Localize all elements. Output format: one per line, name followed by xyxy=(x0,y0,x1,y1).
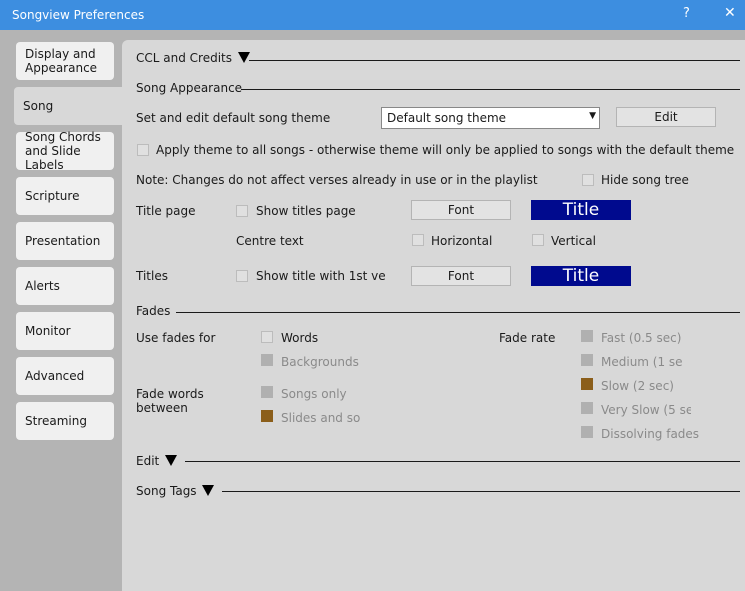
section-divider xyxy=(222,491,740,492)
title-page-font-button[interactable]: Font xyxy=(411,200,511,220)
sidebar-item-presentation[interactable]: Presentation xyxy=(16,222,114,260)
sidebar-item-monitor[interactable]: Monitor xyxy=(16,312,114,350)
sidebar-item-label: Song xyxy=(23,99,54,113)
fast-label: Fast (0.5 sec) xyxy=(601,331,682,345)
sidebar-item-alerts[interactable]: Alerts xyxy=(16,267,114,305)
sidebar-item-label: Scripture xyxy=(25,189,80,203)
sidebar: Display and Appearance Song Song Chords … xyxy=(0,30,122,591)
very-slow-radio[interactable] xyxy=(581,402,593,414)
dissolving-fades-label: Dissolving fades xyxy=(601,427,700,441)
section-divider xyxy=(241,89,740,90)
expand-triangle-icon xyxy=(202,485,215,496)
vertical-label: Vertical xyxy=(551,234,596,248)
show-titles-page-label: Show titles page xyxy=(256,204,356,218)
edit-heading: Edit xyxy=(136,454,160,468)
slides-and-songs-label: Slides and songs xyxy=(281,411,361,425)
backgrounds-label: Backgrounds xyxy=(281,355,359,369)
dropdown-arrow-icon: ▼ xyxy=(589,111,596,121)
ccl-credits-toggle[interactable]: CCL and Credits xyxy=(136,51,250,65)
sidebar-item-label: Advanced xyxy=(25,369,85,383)
content-panel: CCL and Credits Song Appearance Set and … xyxy=(122,40,745,591)
expand-triangle-icon xyxy=(237,52,250,63)
use-fades-for-label: Use fades for xyxy=(136,331,216,345)
window-title: Songview Preferences xyxy=(12,8,145,22)
song-tags-heading: Song Tags xyxy=(136,484,197,498)
backgrounds-checkbox[interactable] xyxy=(261,354,273,366)
help-button[interactable]: ? xyxy=(683,6,690,21)
words-checkbox[interactable] xyxy=(261,331,273,343)
sidebar-item-display-appearance[interactable]: Display and Appearance xyxy=(16,42,114,80)
very-slow-label: Very Slow (5 sec) xyxy=(601,403,691,417)
sidebar-item-label: Alerts xyxy=(25,279,60,293)
sidebar-item-label: Monitor xyxy=(25,324,71,338)
fades-heading: Fades xyxy=(136,304,171,318)
vertical-checkbox[interactable] xyxy=(532,234,544,246)
fast-radio[interactable] xyxy=(581,330,593,342)
note-text: Note: Changes do not affect verses alrea… xyxy=(136,173,538,187)
sidebar-item-streaming[interactable]: Streaming xyxy=(16,402,114,440)
titles-preview[interactable]: Title xyxy=(531,266,631,286)
slow-radio[interactable] xyxy=(581,378,593,390)
section-divider xyxy=(185,461,740,462)
horizontal-checkbox[interactable] xyxy=(412,234,424,246)
ccl-credits-heading: CCL and Credits xyxy=(136,51,232,65)
sidebar-item-advanced[interactable]: Advanced xyxy=(16,357,114,395)
song-tags-toggle[interactable]: Song Tags xyxy=(136,484,215,498)
hide-song-tree-label: Hide song tree xyxy=(601,173,689,187)
song-appearance-heading: Song Appearance xyxy=(136,81,243,95)
apply-all-label: Apply theme to all songs - otherwise the… xyxy=(156,143,735,157)
medium-radio[interactable] xyxy=(581,354,593,366)
expand-triangle-icon xyxy=(165,455,178,466)
section-divider xyxy=(176,312,740,313)
sidebar-item-scripture[interactable]: Scripture xyxy=(16,177,114,215)
sidebar-item-song[interactable]: Song xyxy=(14,87,122,125)
apply-all-checkbox[interactable] xyxy=(137,144,149,156)
dissolving-fades-checkbox[interactable] xyxy=(581,426,593,438)
show-title-first-verse-checkbox[interactable] xyxy=(236,270,248,282)
title-bar: Songview Preferences ? ✕ xyxy=(0,0,745,30)
title-page-label: Title page xyxy=(136,204,196,218)
fade-rate-label: Fade rate xyxy=(499,331,556,345)
titles-font-button[interactable]: Font xyxy=(411,266,511,286)
titles-label: Titles xyxy=(136,269,168,283)
edit-section-toggle[interactable]: Edit xyxy=(136,454,178,468)
edit-theme-button[interactable]: Edit xyxy=(616,107,716,127)
sidebar-item-label: Display and Appearance xyxy=(25,47,98,75)
title-page-preview[interactable]: Title xyxy=(531,200,631,220)
show-title-first-verse-label: Show title with 1st verse xyxy=(256,269,386,283)
fade-words-between-label: Fade words between xyxy=(136,387,204,415)
theme-dropdown[interactable]: Default song theme ▼ xyxy=(381,107,600,129)
songs-only-radio[interactable] xyxy=(261,386,273,398)
words-label: Words xyxy=(281,331,319,345)
sidebar-item-label: Streaming xyxy=(25,414,87,428)
horizontal-label: Horizontal xyxy=(431,234,493,248)
theme-dropdown-value: Default song theme xyxy=(387,111,507,125)
slow-label: Slow (2 sec) xyxy=(601,379,674,393)
sidebar-item-song-chords[interactable]: Song Chords and Slide Labels xyxy=(16,130,114,172)
centre-text-label: Centre text xyxy=(236,234,304,248)
close-icon[interactable]: ✕ xyxy=(724,5,736,21)
sidebar-item-label: Song Chords and Slide Labels xyxy=(25,130,101,172)
section-divider xyxy=(249,60,740,61)
songs-only-label: Songs only xyxy=(281,387,347,401)
show-titles-page-checkbox[interactable] xyxy=(236,205,248,217)
theme-label: Set and edit default song theme xyxy=(136,111,331,125)
medium-label: Medium (1 sec) xyxy=(601,355,683,369)
slides-and-songs-radio[interactable] xyxy=(261,410,273,422)
hide-song-tree-checkbox[interactable] xyxy=(582,174,594,186)
sidebar-item-label: Presentation xyxy=(25,234,101,248)
